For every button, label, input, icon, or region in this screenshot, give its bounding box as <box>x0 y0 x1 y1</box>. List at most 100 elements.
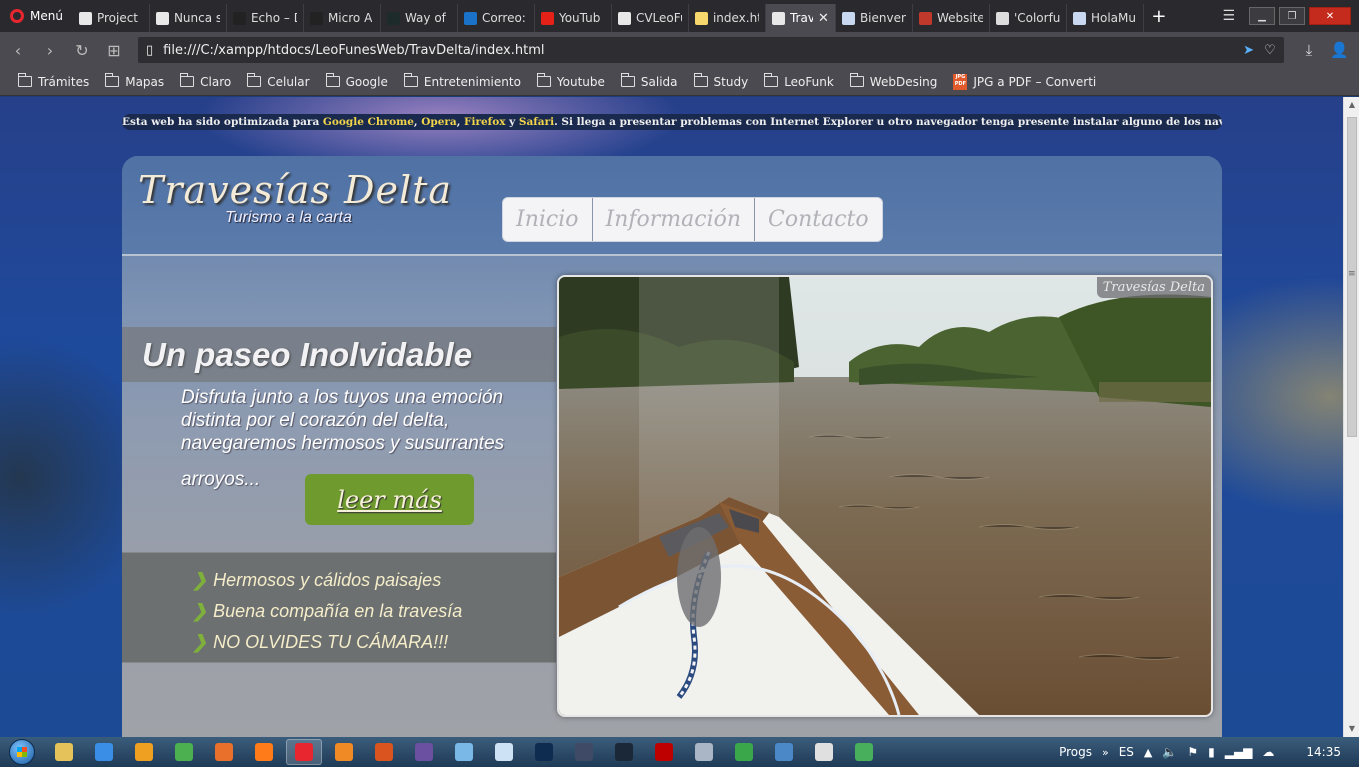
bookmark-folder[interactable]: Celular <box>239 73 317 89</box>
browser-menu-button[interactable]: Menú <box>0 0 73 32</box>
browser-tab[interactable]: Micro A <box>304 4 381 32</box>
taskbar-app[interactable] <box>566 739 602 765</box>
page-scrollbar[interactable]: ▲ ≡ ▼ <box>1343 97 1359 737</box>
taskbar-app[interactable] <box>846 739 882 765</box>
bookmark-folder[interactable]: Youtube <box>529 73 613 89</box>
bookmark-folder[interactable]: LeoFunk <box>756 73 842 89</box>
new-tab-button[interactable]: + <box>1144 6 1174 27</box>
browser-tab[interactable]: YouTub <box>535 4 612 32</box>
taskbar-app[interactable] <box>766 739 802 765</box>
browser-tab[interactable]: Trav ✕ <box>765 4 836 32</box>
cloud-upload-icon[interactable]: ☁ <box>1262 745 1274 759</box>
maximize-button[interactable]: ❐ <box>1279 7 1305 25</box>
reload-icon[interactable]: ↻ <box>74 41 90 60</box>
taskbar-app[interactable] <box>446 739 482 765</box>
taskbar-app[interactable] <box>646 739 682 765</box>
filezilla-icon <box>655 743 673 761</box>
network-signal-icon[interactable]: ▂▄▆ <box>1225 745 1253 759</box>
browser-tab[interactable]: HolaMu <box>1067 4 1144 32</box>
site-logo-title[interactable]: Travesías Delta <box>138 168 452 212</box>
show-hidden-icons-icon[interactable]: ▲ <box>1144 746 1152 759</box>
taskbar-app[interactable] <box>486 739 522 765</box>
browser-tab[interactable]: Bienven <box>836 4 913 32</box>
progs-toolbar[interactable]: Progs <box>1059 745 1092 759</box>
send-icon[interactable]: ➤ <box>1243 43 1254 58</box>
taskbar-app[interactable] <box>366 739 402 765</box>
fgp-app-icon <box>415 743 433 761</box>
read-more-button[interactable]: leer más <box>305 474 474 525</box>
account-icon[interactable]: 👤 <box>1330 41 1349 59</box>
feature-text: NO OLVIDES TU CÁMARA!!! <box>213 632 449 652</box>
start-button[interactable] <box>0 737 44 767</box>
speed-dial-icon[interactable]: ⊞ <box>106 41 122 60</box>
nav-inicio[interactable]: Inicio <box>503 198 593 241</box>
bookmark-folder[interactable]: WebDesing <box>842 73 946 89</box>
browser-tab[interactable]: Echo – D <box>227 4 304 32</box>
taskbar-app[interactable] <box>166 739 202 765</box>
browser-tab[interactable]: index.ht <box>689 4 766 32</box>
bookmark-folder[interactable]: Mapas <box>97 73 172 89</box>
photo-watermark: Travesías Delta <box>1096 277 1211 298</box>
minimize-button[interactable]: ▁ <box>1249 7 1275 25</box>
downloads-icon[interactable]: ⤓ <box>1306 41 1313 59</box>
bookmark-folder[interactable]: Salida <box>613 73 686 89</box>
bookmark-label: Claro <box>200 74 232 89</box>
taskbar-app[interactable] <box>686 739 722 765</box>
explorer-icon <box>55 743 73 761</box>
notice-firefox: Firefox <box>464 116 506 128</box>
browser-tab[interactable]: Project N <box>73 4 150 32</box>
scroll-down-icon[interactable]: ▼ <box>1344 721 1359 737</box>
taskbar-app[interactable] <box>526 739 562 765</box>
taskbar-app[interactable] <box>286 739 322 765</box>
taskbar-app[interactable] <box>326 739 362 765</box>
app-disc-icon <box>575 743 593 761</box>
bookmark-folder[interactable]: Trámites <box>10 73 97 89</box>
taskbar-app[interactable] <box>606 739 642 765</box>
taskbar-app[interactable] <box>126 739 162 765</box>
taskbar-app[interactable] <box>726 739 762 765</box>
nav-contacto[interactable]: Contacto <box>755 198 882 241</box>
browser-tab[interactable]: Correo: <box>458 4 535 32</box>
taskbar-clock[interactable]: 14:35 <box>1306 745 1341 759</box>
volume-icon[interactable]: 🔈 <box>1162 745 1177 759</box>
bookmark-folder[interactable]: Claro <box>172 73 239 89</box>
tab-title: 'Colorfu <box>1013 11 1060 25</box>
tab-menu-icon[interactable]: ☰ <box>1222 8 1235 24</box>
taskbar-app[interactable] <box>206 739 242 765</box>
bookmark-heart-icon[interactable]: ♡ <box>1264 43 1276 58</box>
bookmark-folder[interactable]: Google <box>318 73 396 89</box>
expand-toolbar-icon[interactable]: » <box>1102 746 1109 759</box>
close-tab-icon[interactable]: ✕ <box>818 11 829 26</box>
url-input[interactable]: ▯ file:///C:/xampp/htdocs/LeoFunesWeb/Tr… <box>138 37 1284 63</box>
hero-title-band: Un paseo Inolvidable <box>122 327 556 382</box>
browser-tab[interactable]: Way of <box>381 4 458 32</box>
forward-icon[interactable]: › <box>42 41 58 60</box>
river-boat-photo <box>559 277 1211 715</box>
browser-tab[interactable]: 'Colorfu <box>990 4 1067 32</box>
bookmark-label: Entretenimiento <box>423 74 521 89</box>
bookmark-jpg-to-pdf[interactable]: JPG PDF JPG a PDF – Converti <box>945 73 1104 90</box>
nav-informacion[interactable]: Información <box>593 198 756 241</box>
system-tray: Progs » ES ▲ 🔈 ⚑ ▮ ▂▄▆ ☁ 14:35 <box>1059 745 1359 759</box>
browser-tab[interactable]: Nunca s <box>150 4 227 32</box>
power-icon[interactable]: ▮ <box>1208 745 1215 759</box>
browser-tab[interactable]: Website <box>913 4 990 32</box>
notice-sep-2: , <box>456 116 465 128</box>
bookmark-folder[interactable]: Entretenimiento <box>396 73 529 89</box>
language-indicator[interactable]: ES <box>1119 745 1134 759</box>
document-icon <box>771 11 785 25</box>
taskbar-app[interactable] <box>46 739 82 765</box>
taskbar-app[interactable] <box>806 739 842 765</box>
browser-tab[interactable]: CVLeoFu <box>612 4 689 32</box>
taskbar-app[interactable] <box>406 739 442 765</box>
taskbar-app[interactable] <box>86 739 122 765</box>
folder-icon <box>849 73 864 87</box>
folder-icon <box>18 73 32 87</box>
action-center-flag-icon[interactable]: ⚑ <box>1187 745 1198 759</box>
bookmark-folder[interactable]: Study <box>686 73 757 89</box>
scroll-up-icon[interactable]: ▲ <box>1344 97 1359 113</box>
taskbar-app[interactable] <box>246 739 282 765</box>
close-window-button[interactable]: ✕ <box>1309 7 1351 25</box>
back-icon[interactable]: ‹ <box>10 41 26 60</box>
folder-icon <box>620 73 635 87</box>
